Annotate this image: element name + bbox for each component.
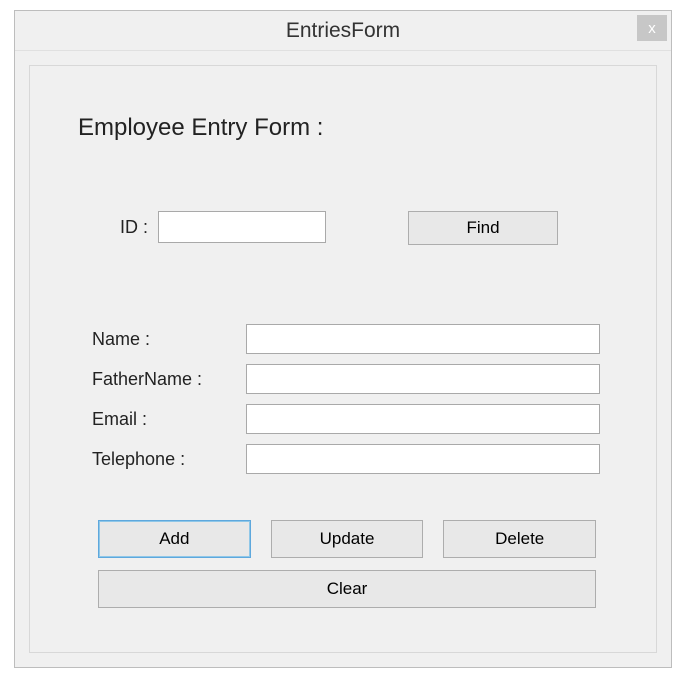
telephone-label: Telephone : (90, 449, 246, 470)
fathername-label: FatherName : (90, 369, 246, 390)
fathername-input[interactable] (246, 364, 600, 394)
close-icon: x (648, 20, 656, 37)
form-heading: Employee Entry Form : (78, 114, 323, 142)
telephone-input[interactable] (246, 444, 600, 474)
action-buttons-row: Add Update Delete (98, 520, 596, 558)
delete-button[interactable]: Delete (443, 520, 596, 558)
name-label: Name : (90, 329, 246, 350)
clear-button[interactable]: Clear (98, 570, 596, 608)
form-panel: Employee Entry Form : ID : Find Name : F… (29, 65, 657, 653)
close-button[interactable]: x (637, 15, 667, 41)
id-label: ID : (108, 217, 148, 238)
name-row: Name : (90, 324, 600, 354)
window-frame: EntriesForm x Employee Entry Form : ID :… (14, 10, 672, 668)
window-title: EntriesForm (286, 19, 400, 43)
update-button[interactable]: Update (271, 520, 424, 558)
content-area: Employee Entry Form : ID : Find Name : F… (15, 51, 671, 667)
add-button[interactable]: Add (98, 520, 251, 558)
titlebar: EntriesForm x (15, 11, 671, 51)
id-row: ID : (108, 211, 326, 243)
find-button[interactable]: Find (408, 211, 558, 245)
id-input[interactable] (158, 211, 326, 243)
fields-group: Name : FatherName : Email : Telephone : (90, 324, 600, 484)
telephone-row: Telephone : (90, 444, 600, 474)
fathername-row: FatherName : (90, 364, 600, 394)
email-input[interactable] (246, 404, 600, 434)
email-row: Email : (90, 404, 600, 434)
email-label: Email : (90, 409, 246, 430)
name-input[interactable] (246, 324, 600, 354)
